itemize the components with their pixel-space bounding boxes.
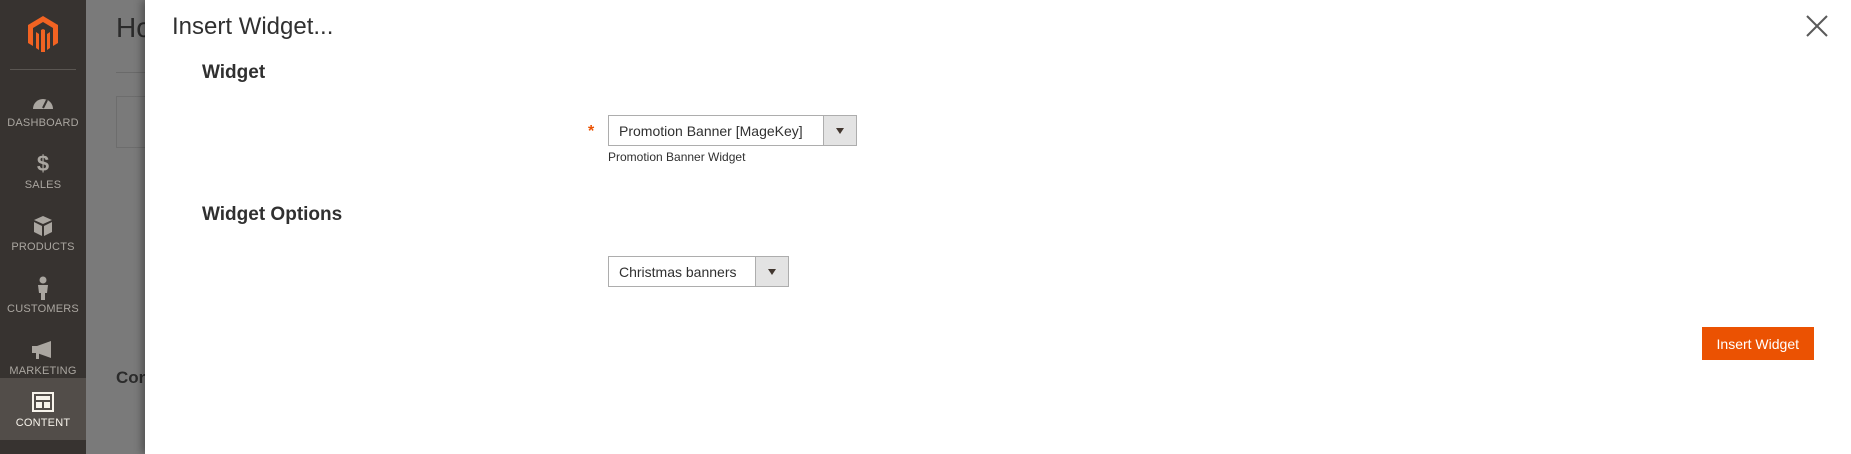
insert-widget-button[interactable]: Insert Widget: [1701, 327, 1814, 360]
chevron-down-icon[interactable]: [755, 257, 788, 286]
nav-item-customers[interactable]: CUSTOMERS: [0, 264, 86, 326]
nav-label: DASHBOARD: [7, 116, 79, 129]
widget-type-value: Promotion Banner [MageKey]: [619, 122, 803, 139]
nav-item-sales[interactable]: $ SALES: [0, 140, 86, 202]
widget-type-note: Promotion Banner Widget: [608, 150, 746, 164]
nav-label: CUSTOMERS: [7, 302, 79, 315]
chevron-down-icon[interactable]: [823, 116, 856, 145]
widget-options-section-title: Widget Options: [202, 204, 343, 225]
person-icon: [36, 276, 50, 300]
cube-icon: [33, 214, 53, 238]
nav-label: SALES: [24, 178, 62, 191]
nav-label: MARKETING: [9, 364, 77, 377]
dollar-icon: $: [36, 150, 50, 176]
banner-group-select[interactable]: Christmas banners: [608, 256, 789, 287]
layout-icon: [32, 390, 54, 414]
logo-divider: [10, 69, 76, 70]
nav-item-dashboard[interactable]: DASHBOARD: [0, 78, 86, 140]
nav-item-content[interactable]: CONTENT: [0, 378, 86, 440]
widget-section-title: Widget: [202, 62, 266, 83]
admin-sidebar: DASHBOARD $ SALES PRODUCTS CUSTOMERS MAR…: [0, 0, 86, 454]
modal-title: Insert Widget...: [172, 13, 334, 40]
megaphone-icon: [31, 338, 55, 362]
magento-logo[interactable]: [0, 0, 86, 68]
widget-type-select[interactable]: Promotion Banner [MageKey]: [608, 115, 857, 146]
nav-label: PRODUCTS: [11, 240, 75, 253]
nav-label: CONTENT: [15, 416, 71, 429]
banner-group-value: Christmas banners: [619, 263, 737, 280]
required-mark: *: [588, 123, 595, 140]
insert-widget-modal: Insert Widget... Widget Widget Type * Pr…: [145, 0, 1851, 454]
close-icon[interactable]: [1803, 12, 1831, 40]
nav-item-products[interactable]: PRODUCTS: [0, 202, 86, 264]
dashboard-icon: [32, 90, 54, 114]
